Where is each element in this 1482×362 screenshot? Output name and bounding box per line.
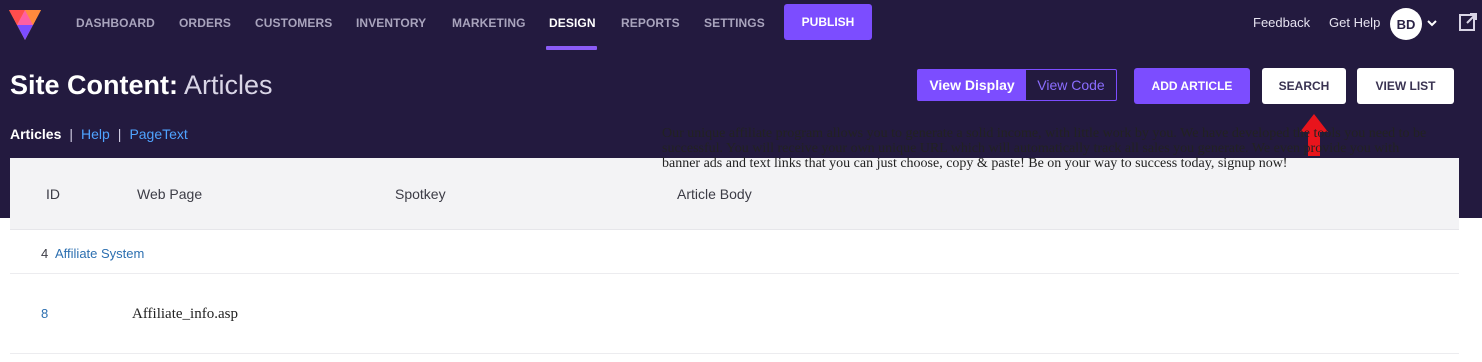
external-link-icon[interactable] — [1458, 12, 1478, 32]
subnav-pagetext-link[interactable]: PageText — [129, 126, 187, 142]
nav-marketing[interactable]: MARKETING — [452, 16, 526, 30]
page-title-light: Articles — [184, 70, 273, 100]
subnav-separator: | — [69, 126, 73, 142]
column-header-article-body[interactable]: Article Body — [677, 186, 752, 202]
avatar[interactable]: BD — [1390, 8, 1422, 40]
subnav-separator: | — [117, 126, 122, 142]
group-row-label[interactable]: Affiliate System — [55, 246, 144, 261]
table-row[interactable]: 8 Affiliate_info.asp — [10, 274, 1459, 354]
breadcrumb: Articles | Help | PageText — [10, 126, 188, 142]
add-article-button[interactable]: ADD ARTICLE — [1134, 68, 1250, 104]
nav-reports[interactable]: REPORTS — [621, 16, 680, 30]
group-row-id: 4 — [41, 246, 49, 261]
column-header-id[interactable]: ID — [46, 186, 60, 202]
nav-orders[interactable]: ORDERS — [179, 16, 231, 30]
page-title: Site Content: Articles — [10, 70, 273, 101]
search-button[interactable]: SEARCH — [1262, 68, 1346, 104]
row-id-link[interactable]: 8 — [41, 306, 48, 321]
row-web-page: Affiliate_info.asp — [132, 306, 238, 322]
get-help-link[interactable]: Get Help — [1329, 15, 1380, 30]
view-code-button[interactable]: View Code — [1026, 70, 1116, 100]
nav-settings[interactable]: SETTINGS — [704, 16, 765, 30]
column-header-web-page[interactable]: Web Page — [137, 186, 202, 202]
chevron-down-icon[interactable] — [1426, 14, 1438, 32]
row-article-body: Our unique affiliate program allows you … — [662, 126, 1427, 171]
publish-button[interactable]: PUBLISH — [784, 4, 872, 40]
nav-dashboard[interactable]: DASHBOARD — [76, 16, 155, 30]
view-toggle: View Display View Code — [917, 69, 1117, 101]
nav-design[interactable]: DESIGN — [549, 16, 596, 30]
active-nav-indicator — [546, 46, 597, 50]
nav-customers[interactable]: CUSTOMERS — [255, 16, 332, 30]
logo-icon[interactable] — [8, 6, 42, 42]
articles-table: ID Web Page Spotkey Article Body 4 Affil… — [10, 158, 1459, 362]
view-list-button[interactable]: VIEW LIST — [1357, 68, 1454, 104]
column-header-spotkey[interactable]: Spotkey — [395, 186, 446, 202]
feedback-link[interactable]: Feedback — [1253, 15, 1310, 30]
nav-inventory[interactable]: INVENTORY — [356, 16, 426, 30]
page-title-bold: Site Content: — [10, 70, 178, 100]
subnav-articles: Articles — [10, 126, 62, 142]
group-row: 4 Affiliate System — [10, 231, 1459, 274]
subnav-help-link[interactable]: Help — [81, 126, 110, 142]
top-navigation: DASHBOARD ORDERS CUSTOMERS INVENTORY MAR… — [0, 0, 1482, 50]
view-display-button[interactable]: View Display — [918, 70, 1026, 100]
